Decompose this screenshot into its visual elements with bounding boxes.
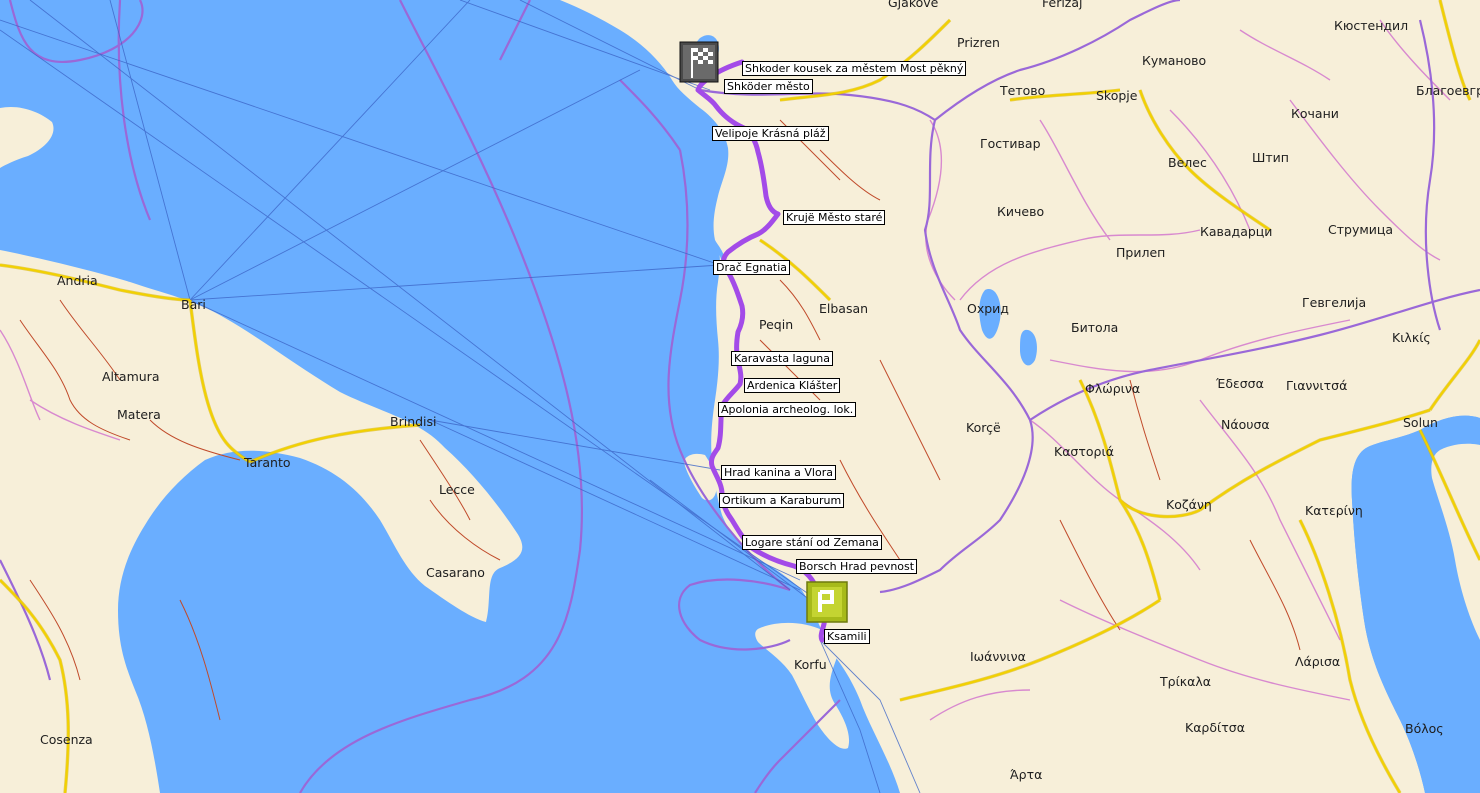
city-label: Кавадарци (1200, 224, 1273, 239)
checkered-flag-icon[interactable] (679, 41, 719, 83)
city-label: Έδεσσα (1216, 376, 1264, 391)
city-label: Тетово (1000, 83, 1046, 98)
city-label: Битола (1071, 320, 1119, 335)
waypoint-label[interactable]: Shkoder kousek za městem Most pěkný (742, 61, 967, 76)
city-label: Βόλος (1405, 721, 1444, 736)
city-label: Korfu (794, 657, 827, 672)
city-label: Охрид (967, 301, 1009, 316)
city-label: Lecce (439, 482, 475, 497)
waypoint-label[interactable]: Ardenica Klášter (744, 378, 841, 393)
city-label: Благоевгр (1416, 83, 1480, 98)
city-label: Altamura (102, 369, 160, 384)
city-label: Άρτα (1010, 767, 1043, 782)
map-canvas[interactable] (0, 0, 1480, 793)
city-label: Прилеп (1116, 245, 1166, 260)
city-label: Gjakove (888, 0, 939, 10)
city-label: Andria (57, 273, 98, 288)
waypoint-label[interactable]: Drač Egnatia (713, 260, 791, 275)
city-label: Κατερίνη (1305, 503, 1363, 518)
waypoint-label[interactable]: Hrad kanina a Vlora (721, 465, 836, 480)
city-label: Велес (1168, 155, 1207, 170)
city-label: Peqin (759, 317, 794, 332)
waypoint-label[interactable]: Velipoje Krásná pláž (712, 126, 829, 141)
city-label: Νάουσα (1221, 417, 1270, 432)
city-label: Φλώρινα (1085, 381, 1141, 396)
city-label: Γιαννιτσά (1286, 378, 1348, 393)
city-label: Bari (181, 297, 206, 312)
city-label: Гостивар (980, 136, 1041, 151)
city-label: Cosenza (40, 732, 93, 747)
city-label: Brindisi (390, 414, 437, 429)
city-label: Кюстендил (1334, 18, 1409, 33)
city-label: Καρδίτσα (1185, 720, 1245, 735)
waypoint-label[interactable]: Apolonia archeolog. lok. (718, 402, 857, 417)
city-label: Solun (1403, 415, 1438, 430)
waypoint-label[interactable]: Borsch Hrad pevnost (796, 559, 918, 574)
city-label: Elbasan (819, 301, 869, 316)
city-label: Korçë (966, 420, 1001, 435)
city-label: Ferizaj (1042, 0, 1083, 10)
city-label: Струмица (1328, 222, 1394, 237)
city-label: Κιλκίς (1392, 330, 1431, 345)
city-label: Κοζάνη (1166, 497, 1212, 512)
city-label: Λάρισα (1295, 654, 1341, 669)
waypoint-label[interactable]: Ksamili (824, 629, 870, 644)
city-label: Prizren (957, 35, 1000, 50)
city-label: Casarano (426, 565, 485, 580)
waypoint-label[interactable]: Logare stání od Zemana (742, 535, 882, 550)
city-label: Καστοριά (1054, 444, 1114, 459)
city-label: Taranto (244, 455, 291, 470)
city-label: Гевгелија (1302, 295, 1367, 310)
waypoint-label[interactable]: Shköder město (724, 79, 813, 94)
waypoint-label[interactable]: Ortikum a Karaburum (719, 493, 845, 508)
map-view[interactable]: Gjakove Ferizaj Кюстендил Prizren Кумано… (0, 0, 1480, 793)
city-label: Штип (1252, 150, 1289, 165)
city-label: Ιωάννινα (970, 649, 1026, 664)
parking-icon[interactable] (806, 581, 848, 623)
city-label: Matera (117, 407, 161, 422)
city-label: Куманово (1142, 53, 1207, 68)
city-label: Τρίκαλα (1160, 674, 1212, 689)
city-label: Кичево (997, 204, 1045, 219)
city-label: Кочани (1291, 106, 1339, 121)
city-label: Skopje (1096, 88, 1138, 103)
waypoint-label[interactable]: Krujë Město staré (783, 210, 886, 225)
waypoint-label[interactable]: Karavasta laguna (731, 351, 834, 366)
